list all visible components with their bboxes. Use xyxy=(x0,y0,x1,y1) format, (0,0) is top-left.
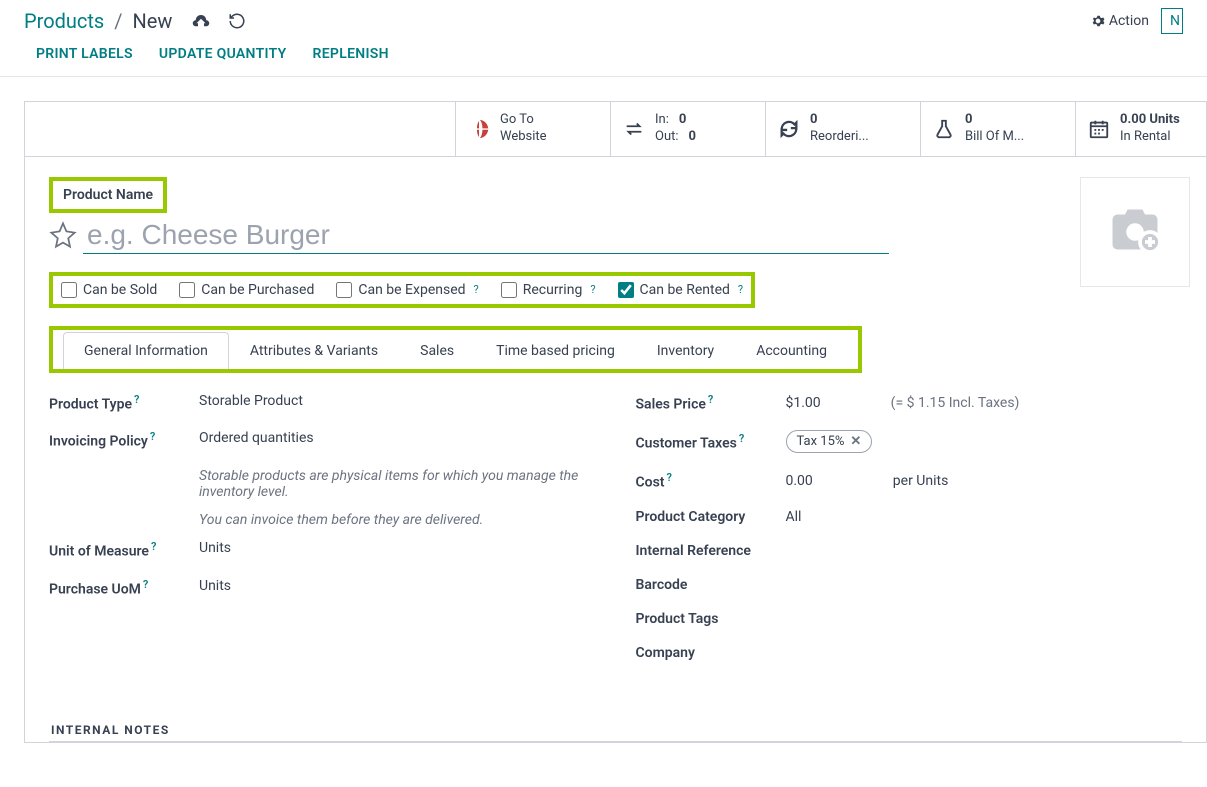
cost-label: Cost? xyxy=(636,471,786,491)
tab-accounting[interactable]: Accounting xyxy=(735,332,848,369)
recurring-checkbox[interactable]: Recurring? xyxy=(501,282,596,298)
help-icon[interactable]: ? xyxy=(590,283,595,296)
help-icon[interactable]: ? xyxy=(474,283,479,296)
tab-attributes-variants[interactable]: Attributes & Variants xyxy=(229,332,399,369)
go-to-website-button[interactable]: Go To Website xyxy=(456,102,611,156)
remove-tag-icon[interactable]: ✕ xyxy=(850,434,861,449)
help-icon[interactable]: ? xyxy=(666,471,671,484)
transfer-icon xyxy=(623,118,645,140)
barcode-label: Barcode xyxy=(636,577,786,593)
unit-of-measure-value[interactable]: Units xyxy=(199,540,596,556)
action-menu[interactable]: Action xyxy=(1091,13,1149,29)
calendar-icon xyxy=(1088,118,1110,140)
sales-price-incl-taxes: (= $ 1.15 Incl. Taxes) xyxy=(891,395,1020,411)
internal-notes-heading: INTERNAL NOTES xyxy=(49,719,1182,742)
product-category-label: Product Category xyxy=(636,509,786,525)
tab-time-based-pricing[interactable]: Time based pricing xyxy=(475,332,636,369)
customer-taxes-label: Customer Taxes? xyxy=(636,432,786,452)
help-icon[interactable]: ? xyxy=(150,430,155,443)
globe-icon xyxy=(468,118,490,140)
reordering-button[interactable]: 0 Reorderi... xyxy=(766,102,921,156)
unit-of-measure-label: Unit of Measure? xyxy=(49,540,199,560)
replenish-link[interactable]: REPLENISH xyxy=(313,46,389,62)
action-links-bar: PRINT LABELS UPDATE QUANTITY REPLENISH xyxy=(0,42,1207,77)
can-be-sold-checkbox[interactable]: Can be Sold xyxy=(61,282,157,298)
product-type-label: Product Type? xyxy=(49,393,199,413)
breadcrumb-current: New xyxy=(133,9,173,33)
gear-icon xyxy=(1091,14,1105,28)
help-icon[interactable]: ? xyxy=(708,393,713,406)
breadcrumb: Products / New xyxy=(24,9,172,33)
help-icon[interactable]: ? xyxy=(738,283,743,296)
sales-price-value[interactable]: $1.00 xyxy=(786,395,821,411)
product-category-value[interactable]: All xyxy=(786,509,1183,525)
tab-general-information[interactable]: General Information xyxy=(63,332,229,369)
tab-inventory[interactable]: Inventory xyxy=(636,332,735,369)
bill-of-materials-button[interactable]: 0 Bill Of M... xyxy=(921,102,1076,156)
help-icon[interactable]: ? xyxy=(143,578,148,591)
help-icon[interactable]: ? xyxy=(151,540,156,553)
can-be-expensed-checkbox[interactable]: Can be Expensed? xyxy=(336,282,478,298)
discard-icon[interactable] xyxy=(228,12,246,30)
refresh-icon xyxy=(778,118,800,140)
help-icon[interactable]: ? xyxy=(134,393,139,406)
cost-per-unit: per Units xyxy=(893,473,949,489)
form-sheet: Go To Website In:0 Out:0 0 R xyxy=(24,101,1207,743)
company-label: Company xyxy=(636,645,786,661)
invoicing-policy-label: Invoicing Policy? xyxy=(49,430,199,450)
product-tags-label: Product Tags xyxy=(636,611,786,627)
internal-reference-label: Internal Reference xyxy=(636,543,786,559)
flask-icon xyxy=(933,118,955,140)
cloud-save-icon[interactable] xyxy=(192,12,210,30)
hint-text: Storable products are physical items for… xyxy=(199,468,579,500)
new-button-partial[interactable]: N xyxy=(1161,8,1183,34)
can-be-purchased-checkbox[interactable]: Can be Purchased xyxy=(179,282,314,298)
product-name-label: Product Name xyxy=(53,181,163,209)
smart-buttons-bar: Go To Website In:0 Out:0 0 R xyxy=(25,102,1206,157)
tabs-bar: General Information Attributes & Variant… xyxy=(55,332,856,369)
purchase-uom-label: Purchase UoM? xyxy=(49,578,199,598)
in-out-button[interactable]: In:0 Out:0 xyxy=(611,102,766,156)
sales-price-label: Sales Price? xyxy=(636,393,786,413)
can-be-rented-checkbox[interactable]: Can be Rented? xyxy=(618,282,744,298)
invoicing-policy-value[interactable]: Ordered quantities xyxy=(199,430,596,446)
product-type-value[interactable]: Storable Product xyxy=(199,393,596,409)
cost-value[interactable]: 0.00 xyxy=(786,473,813,489)
product-name-input[interactable] xyxy=(83,217,889,254)
in-rental-button[interactable]: 0.00 Units In Rental xyxy=(1076,102,1206,156)
update-quantity-link[interactable]: UPDATE QUANTITY xyxy=(159,46,287,62)
product-image-upload[interactable] xyxy=(1080,177,1190,287)
print-labels-link[interactable]: PRINT LABELS xyxy=(36,46,133,62)
tax-tag[interactable]: Tax 15% ✕ xyxy=(786,430,873,453)
help-icon[interactable]: ? xyxy=(739,432,744,445)
purchase-uom-value[interactable]: Units xyxy=(199,578,596,594)
hint-text: You can invoice them before they are del… xyxy=(199,512,579,528)
tab-sales[interactable]: Sales xyxy=(399,332,475,369)
breadcrumb-root[interactable]: Products xyxy=(24,9,104,33)
favorite-star-icon[interactable] xyxy=(49,221,77,249)
